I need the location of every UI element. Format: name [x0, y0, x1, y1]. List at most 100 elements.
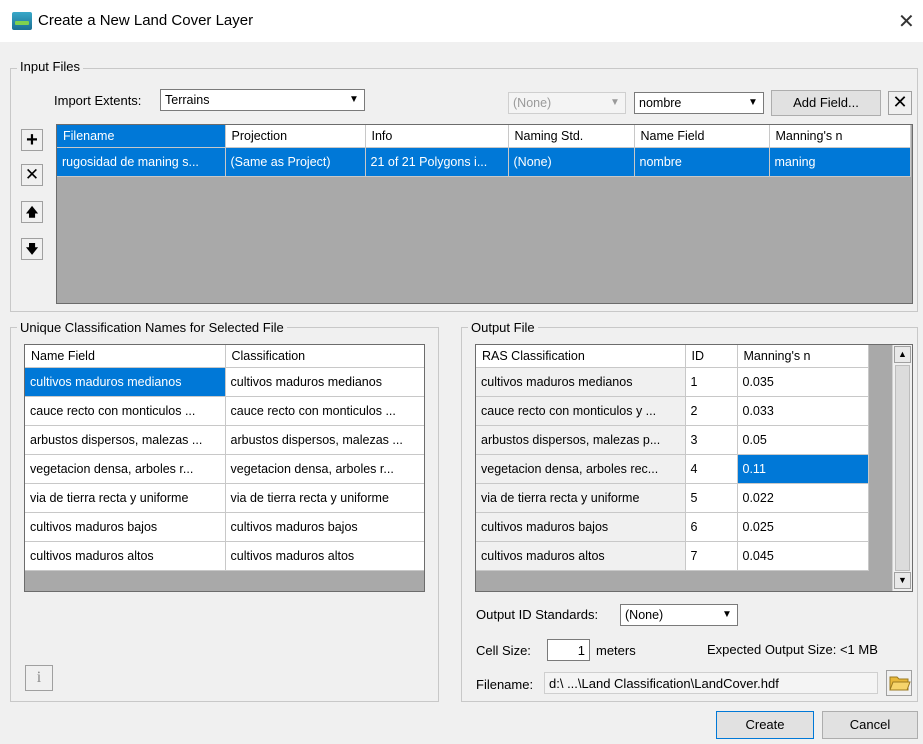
cell-mannings-n[interactable]: 0.05 [737, 425, 869, 455]
column-header-mannings-n[interactable]: Manning's n [737, 345, 869, 368]
table-row[interactable]: cultivos maduros bajos 6 0.025 [476, 512, 869, 542]
cell-classification[interactable]: cultivos maduros altos [225, 541, 424, 571]
chevron-down-icon: ▼ [610, 97, 620, 108]
open-folder-button[interactable] [886, 670, 912, 696]
filename-input[interactable]: d:\ ...\Land Classification\LandCover.hd… [544, 672, 878, 694]
cell-mannings-n[interactable]: 0.035 [737, 367, 869, 397]
cell-name-field[interactable]: cultivos maduros altos [25, 541, 226, 571]
input-files-legend: Input Files [17, 59, 83, 74]
cell-name-field[interactable]: via de tierra recta y uniforme [25, 483, 226, 513]
column-header-ras-classification[interactable]: RAS Classification [476, 345, 686, 368]
cell-name-field[interactable]: arbustos dispersos, malezas ... [25, 425, 226, 455]
cell-classification[interactable]: cultivos maduros bajos [225, 512, 424, 542]
cell-classification[interactable]: via de tierra recta y uniforme [225, 483, 424, 513]
column-header-info[interactable]: Info [365, 125, 509, 148]
table-row[interactable]: rugosidad de maning s... (Same as Projec… [57, 147, 911, 177]
input-files-table[interactable]: Filename Projection Info Naming Std. Nam… [56, 124, 913, 304]
add-field-button[interactable]: Add Field... [771, 90, 881, 116]
scroll-down-icon[interactable]: ▼ [894, 572, 911, 589]
import-extents-select[interactable]: Terrains ▼ [160, 89, 365, 111]
cell-name-field[interactable]: vegetacion densa, arboles r... [25, 454, 226, 484]
name-field-select[interactable]: nombre ▼ [634, 92, 764, 114]
table-row[interactable]: via de tierra recta y uniforme via de ti… [25, 483, 424, 513]
close-icon[interactable]: ✕ [898, 9, 915, 34]
column-header-name-field[interactable]: Name Field [634, 125, 770, 148]
cell-classification[interactable]: cultivos maduros medianos [225, 367, 424, 397]
table-row[interactable]: vegetacion densa, arboles rec... 4 0.11 [476, 454, 869, 484]
cell-ras-classification: vegetacion densa, arboles rec... [476, 454, 686, 484]
cell-ras-classification: arbustos dispersos, malezas p... [476, 425, 686, 455]
column-header-classification[interactable]: Classification [225, 345, 424, 368]
cancel-button[interactable]: Cancel [822, 711, 918, 739]
cell-classification[interactable]: vegetacion densa, arboles r... [225, 454, 424, 484]
cell-mannings-n[interactable]: 0.033 [737, 396, 869, 426]
unique-classification-table[interactable]: Name Field Classification cultivos madur… [24, 344, 425, 592]
cell-info[interactable]: 21 of 21 Polygons i... [365, 147, 509, 177]
cell-mannings-n[interactable]: 0.022 [737, 483, 869, 513]
move-down-button[interactable]: 🡇 [21, 238, 43, 260]
cell-id[interactable]: 5 [685, 483, 738, 513]
table-row[interactable]: cauce recto con monticulos ... cauce rec… [25, 396, 424, 426]
naming-std-select: (None) ▼ [508, 92, 626, 114]
cell-id[interactable]: 2 [685, 396, 738, 426]
chevron-down-icon: ▼ [722, 609, 732, 620]
add-file-button[interactable]: + [21, 129, 43, 151]
cell-mannings-n[interactable]: maning [769, 147, 911, 177]
cell-classification[interactable]: arbustos dispersos, malezas ... [225, 425, 424, 455]
column-header-filename[interactable]: Filename [57, 125, 226, 148]
column-header-id[interactable]: ID [685, 345, 738, 368]
cell-name-field[interactable]: cauce recto con monticulos ... [25, 396, 226, 426]
column-header-naming-std[interactable]: Naming Std. [508, 125, 635, 148]
window-title: Create a New Land Cover Layer [38, 12, 254, 29]
filename-value: d:\ ...\Land Classification\LandCover.hd… [549, 676, 779, 691]
cell-name-field[interactable]: nombre [634, 147, 770, 177]
folder-icon [889, 676, 911, 691]
cell-id[interactable]: 4 [685, 454, 738, 484]
column-header-projection[interactable]: Projection [225, 125, 366, 148]
remove-file-button[interactable]: ✕ [21, 164, 43, 186]
cell-mannings-n[interactable]: 0.045 [737, 541, 869, 571]
cell-size-value: 1 [577, 643, 585, 658]
table-row[interactable]: cultivos maduros medianos cultivos madur… [25, 367, 424, 397]
column-header-mannings-n[interactable]: Manning's n [769, 125, 911, 148]
move-up-button[interactable]: 🡅 [21, 201, 43, 223]
cell-id[interactable]: 6 [685, 512, 738, 542]
table-row[interactable]: cultivos maduros bajos cultivos maduros … [25, 512, 424, 542]
table-row[interactable]: cultivos maduros medianos 1 0.035 [476, 367, 869, 397]
info-button[interactable]: i [25, 665, 53, 691]
cell-id[interactable]: 3 [685, 425, 738, 455]
table-row[interactable]: cauce recto con monticulos y ... 2 0.033 [476, 396, 869, 426]
cell-id[interactable]: 7 [685, 541, 738, 571]
output-id-standards-value: (None) [625, 608, 664, 622]
output-id-standards-label: Output ID Standards: [476, 607, 599, 622]
cell-name-field[interactable]: cultivos maduros bajos [25, 512, 226, 542]
cell-name-field[interactable]: cultivos maduros medianos [25, 367, 226, 397]
output-table-scrollbar[interactable]: ▲ ▼ [892, 345, 912, 591]
table-row[interactable]: arbustos dispersos, malezas ... arbustos… [25, 425, 424, 455]
column-header-name-field[interactable]: Name Field [25, 345, 226, 368]
cell-projection[interactable]: (Same as Project) [225, 147, 366, 177]
cell-classification[interactable]: cauce recto con monticulos ... [225, 396, 424, 426]
output-file-legend: Output File [468, 320, 538, 335]
scroll-up-icon[interactable]: ▲ [894, 346, 911, 363]
cell-filename[interactable]: rugosidad de maning s... [57, 147, 226, 177]
table-row[interactable]: via de tierra recta y uniforme 5 0.022 [476, 483, 869, 513]
create-button[interactable]: Create [716, 711, 814, 739]
cell-ras-classification: cultivos maduros altos [476, 541, 686, 571]
naming-std-value: (None) [513, 96, 552, 110]
table-row[interactable]: cultivos maduros altos cultivos maduros … [25, 541, 424, 571]
cell-naming-std[interactable]: (None) [508, 147, 635, 177]
table-row[interactable]: vegetacion densa, arboles r... vegetacio… [25, 454, 424, 484]
cell-id[interactable]: 1 [685, 367, 738, 397]
cell-size-input[interactable]: 1 [547, 639, 590, 661]
scroll-thumb[interactable] [895, 365, 910, 571]
delete-field-button[interactable]: ✕ [888, 91, 912, 115]
output-id-standards-select[interactable]: (None) ▼ [620, 604, 738, 626]
table-row[interactable]: cultivos maduros altos 7 0.045 [476, 541, 869, 571]
import-extents-label: Import Extents: [54, 93, 142, 108]
cell-size-label: Cell Size: [476, 643, 531, 658]
cell-mannings-n[interactable]: 0.025 [737, 512, 869, 542]
output-file-table[interactable]: RAS Classification ID Manning's n cultiv… [475, 344, 913, 592]
cell-mannings-n[interactable]: 0.11 [737, 454, 869, 484]
table-row[interactable]: arbustos dispersos, malezas p... 3 0.05 [476, 425, 869, 455]
